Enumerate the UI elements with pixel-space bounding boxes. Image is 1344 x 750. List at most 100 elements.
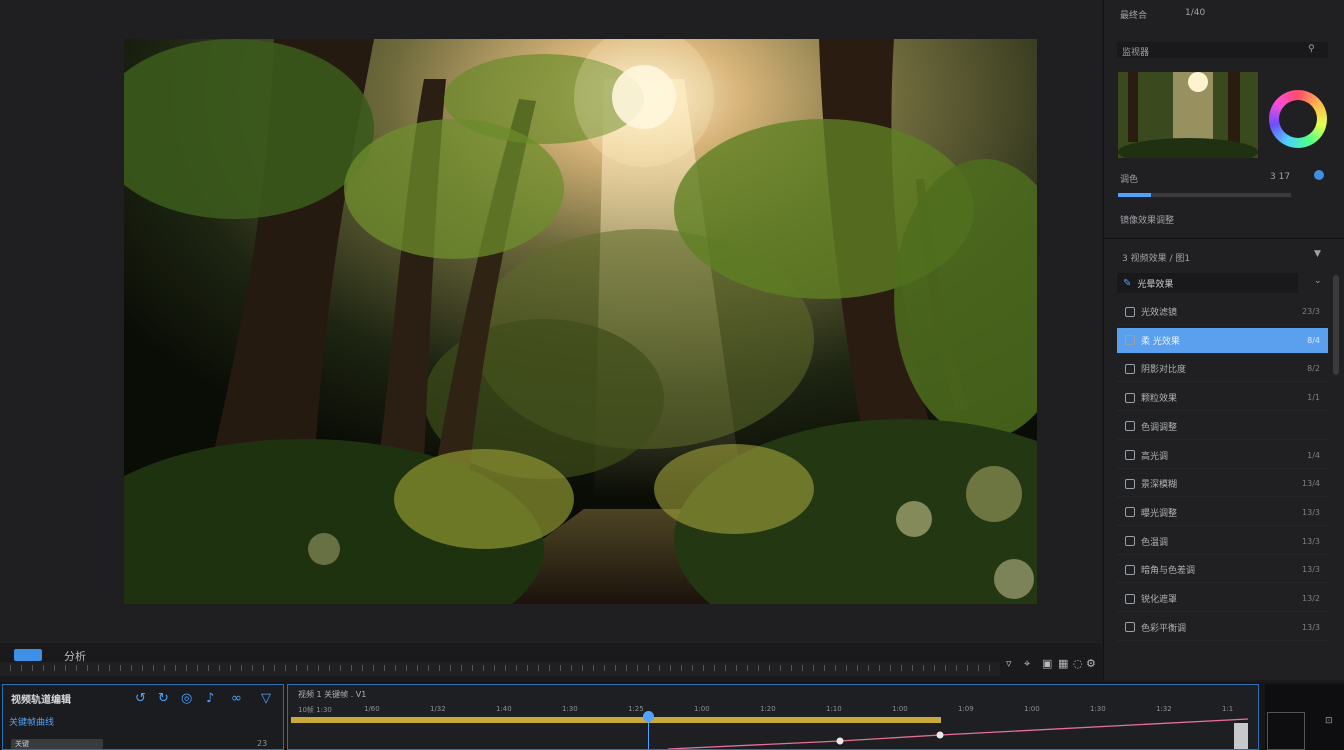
ruler-tick [164,665,165,671]
effect-label: 色彩平衡调 [1141,623,1187,634]
ruler-tick [670,665,671,671]
grade-footer-label: 镜像效果调整 [1120,216,1175,226]
ruler-tick [307,665,308,671]
effect-list-item[interactable]: 光效滤镜 23/3 [1117,299,1328,325]
effect-list-item[interactable]: 色彩平衡调 13/3 [1117,615,1328,641]
view-toggle-button[interactable] [14,649,42,661]
color-wheel[interactable] [1269,90,1327,148]
effect-list-item[interactable]: 暗角与色差调 13/3 [1117,557,1328,584]
ruler-tick [923,665,924,671]
ruler-tick [230,665,231,671]
effect-list-item[interactable]: 景深模糊 13/4 [1117,471,1328,498]
thumbnail-preview[interactable] [1118,72,1258,158]
frame-icon[interactable]: ▣ [1042,657,1052,670]
loop-icon[interactable]: ◌ [1073,657,1083,670]
effect-list-item[interactable]: 曝光调整 13/3 [1117,500,1328,526]
effects-scrollbar[interactable] [1333,275,1339,375]
ruler-tick [604,665,605,671]
info-icon[interactable] [1314,170,1324,180]
ruler-tick [736,665,737,671]
effect-value: 8/4 [1307,335,1320,345]
effect-label: 色调调整 [1141,422,1178,433]
effect-icon [1125,450,1135,460]
track-panel-title: 视频轨道编辑 [11,695,71,706]
effect-list-item[interactable]: 颗粒效果 1/1 [1117,385,1328,412]
effect-label: 光效滤镜 [1141,308,1178,318]
ruler-tick [318,665,319,671]
effect-list-item[interactable]: 色调调整 [1117,414,1328,440]
undo-icon[interactable]: ↺ [135,691,146,706]
timeline-track[interactable]: 视频 1 关键帧 . V1 10帧 1:30 1/60 1/32 1:40 1:30 1:… [287,684,1259,750]
ruler-tick [549,665,550,671]
settings-icon[interactable]: ⚙ [1086,657,1096,670]
effect-value: 1/1 [1307,393,1320,403]
track-header-panel: 视频轨道编辑 ↺ ↻ ◎ ♪ ∞ ▽ 关键帧曲线 关键 23 [2,684,284,750]
ruler-tick [593,665,594,671]
ruler-tick [912,665,913,671]
grade-progress[interactable] [1118,193,1291,197]
effect-value: 13/2 [1302,594,1320,603]
keyframe-field[interactable]: 关键 [11,739,103,749]
effect-label: 暗角与色差调 [1141,566,1196,577]
effect-list-item[interactable]: 高光调 1/4 [1117,443,1328,469]
pen-icon: ✎ [1123,277,1132,289]
ruler-tick [252,665,253,671]
effects-category[interactable]: ✎ 光晕效果 [1117,273,1298,293]
ripple-icon[interactable]: ◎ [181,691,192,706]
preview-image [124,39,1037,604]
effect-list-item[interactable]: 锐化遮罩 13/2 [1117,586,1328,612]
effect-label: 阴影对比度 [1141,365,1187,376]
link-icon[interactable]: ∞ [231,691,242,706]
effect-list-item[interactable]: 色温调 13/3 [1117,529,1328,555]
effect-value: 13/3 [1302,536,1320,546]
ruler-tick [175,665,176,671]
forest-scene-image [124,39,1037,604]
ruler-tick [703,665,704,671]
filter-icon[interactable]: ▿ [1006,657,1012,670]
effect-list-item[interactable]: 阴影对比度 8/2 [1117,356,1328,383]
ruler-tick [439,665,440,671]
grid-icon[interactable]: ▦ [1058,657,1068,670]
marker-icon[interactable]: ▽ [261,691,271,706]
ruler-tick [494,665,495,671]
transport-ruler[interactable] [0,662,1000,676]
automation-curve[interactable] [288,685,1258,749]
ruler-tick [989,665,990,671]
ruler-tick [681,665,682,671]
effect-label: 锐化遮罩 [1141,595,1178,605]
monitor-label: 监视器 [1122,48,1150,58]
ruler-tick [945,665,946,671]
category-dropdown-icon[interactable]: ⌄ [1314,276,1322,286]
thumbnail-image [1118,72,1258,158]
audio-icon[interactable]: ♪ [206,691,214,706]
ruler-tick [87,665,88,671]
curve-tab[interactable]: 关键帧曲线 [9,715,54,728]
curve-keyframe[interactable] [836,737,844,745]
inspector-tab-label[interactable]: 最终合 [1120,8,1147,21]
track-scroll-thumb[interactable] [1234,723,1248,749]
effect-value: 13/4 [1302,479,1320,489]
ruler-tick [868,665,869,671]
monitor-options-icon[interactable]: ⚲ [1308,44,1315,54]
ruler-tick [197,665,198,671]
ruler-tick [879,665,880,671]
effect-icon [1125,536,1135,547]
effect-list-item[interactable]: 柔 光效果 8/4 [1117,327,1328,354]
meter-icon[interactable]: ⊡ [1325,716,1333,726]
ruler-tick [571,665,572,671]
curve-keyframe[interactable] [936,731,944,739]
ruler-tick [54,665,55,671]
ruler-tick [956,665,957,671]
redo-icon[interactable]: ↻ [158,691,169,706]
ruler-tick [659,665,660,671]
ruler-tick [329,665,330,671]
ruler-tick [461,665,462,671]
effect-value: 8/2 [1307,364,1320,374]
effect-icon [1125,392,1135,403]
effect-icon [1125,335,1135,346]
effects-header: 3 视频效果 / 图1 [1122,254,1191,264]
effect-value: 1/4 [1307,450,1320,460]
ruler-tick [967,665,968,671]
collapse-icon[interactable]: ▼ [1314,249,1321,259]
markers-icon[interactable]: ⌖ [1024,657,1030,671]
